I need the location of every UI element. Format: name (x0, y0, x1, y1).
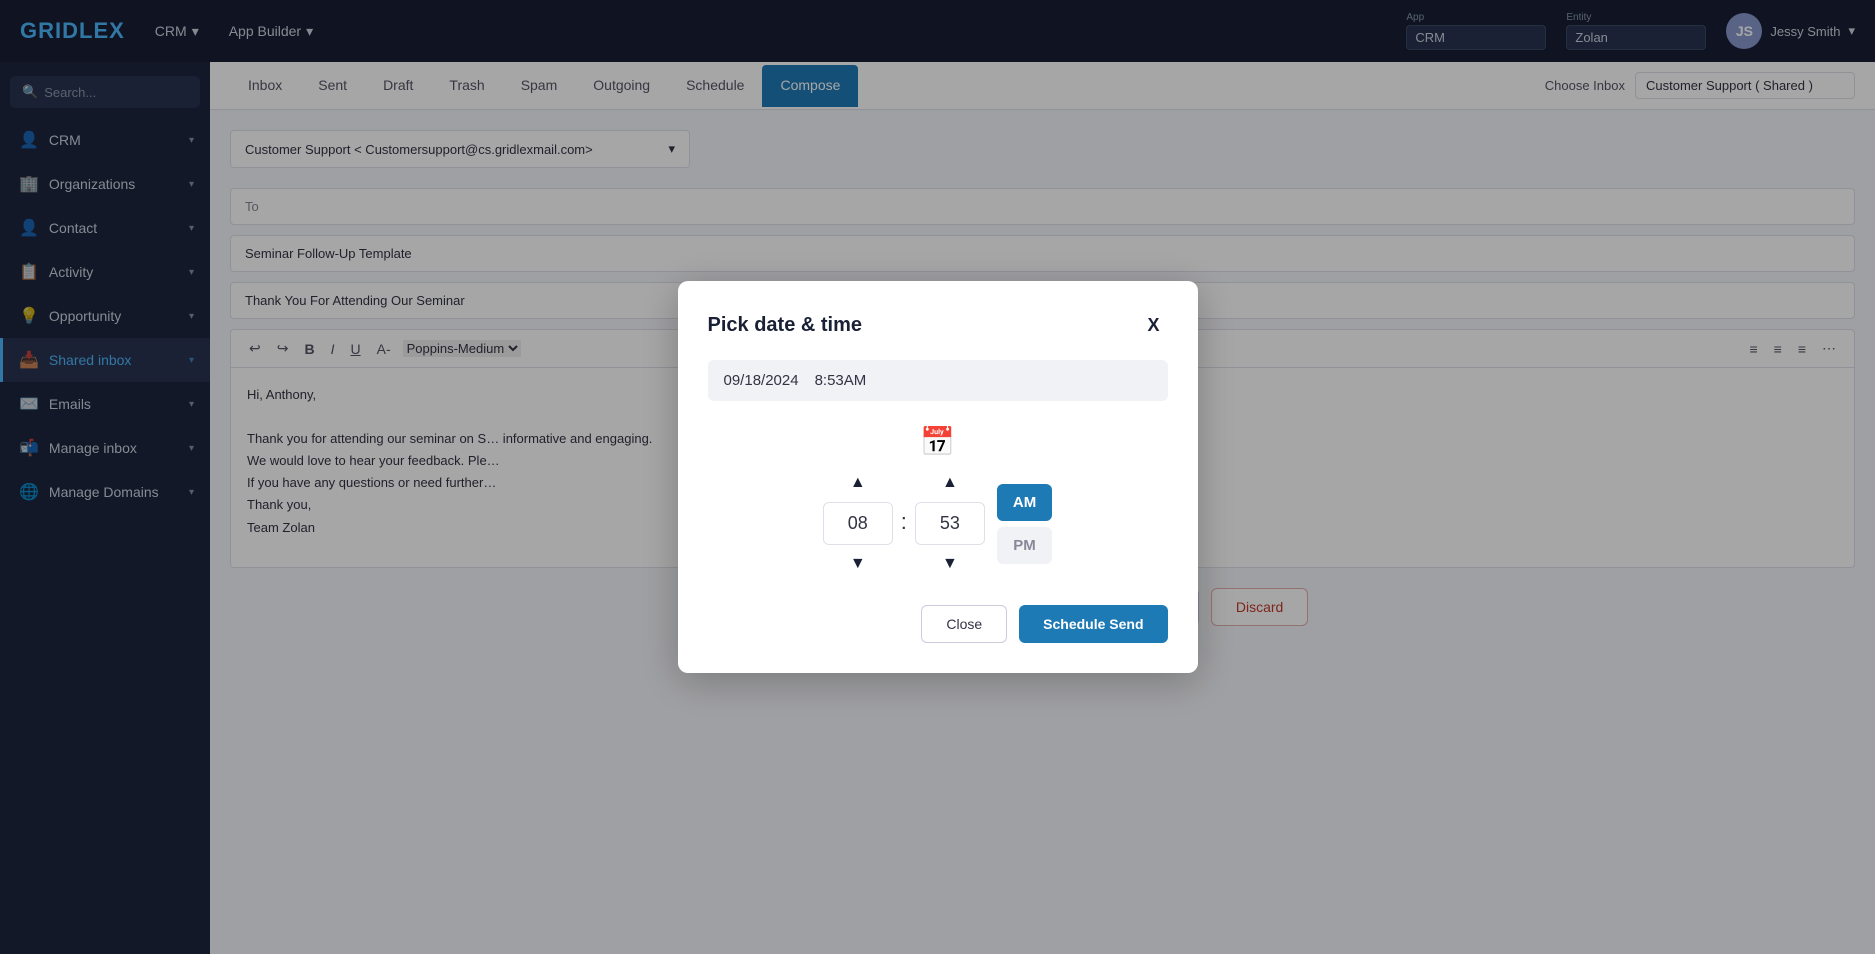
modal-close-btn[interactable]: Close (921, 605, 1007, 643)
time-picker: ▲ 08 ▼ : ▲ 53 ▼ AM PM (768, 470, 1108, 577)
hours-input[interactable]: 08 (823, 502, 893, 545)
pm-button[interactable]: PM (997, 527, 1052, 564)
date-value: 09/18/2024 (724, 372, 799, 389)
time-colon: : (893, 509, 915, 539)
modal-close-button[interactable]: X (1139, 311, 1167, 340)
minutes-down-button[interactable]: ▼ (932, 551, 968, 577)
hours-up-button[interactable]: ▲ (840, 470, 876, 496)
modal-footer: Close Schedule Send (708, 605, 1168, 643)
modal-title: Pick date & time (708, 314, 863, 337)
modal-overlay: Pick date & time X 09/18/2024 8:53AM 📅 ▲… (0, 0, 1875, 954)
hours-column: ▲ 08 ▼ (823, 470, 893, 577)
minutes-column: ▲ 53 ▼ (915, 470, 985, 577)
calendar-icon: 📅 (920, 425, 955, 458)
modal-schedule-send-button[interactable]: Schedule Send (1019, 605, 1167, 643)
datetime-display: 09/18/2024 8:53AM (708, 360, 1168, 401)
modal-header: Pick date & time X (708, 311, 1168, 340)
ampm-area: AM PM (997, 484, 1052, 564)
time-value: 8:53AM (815, 372, 867, 389)
minutes-input[interactable]: 53 (915, 502, 985, 545)
pick-date-time-modal: Pick date & time X 09/18/2024 8:53AM 📅 ▲… (678, 281, 1198, 673)
hours-down-button[interactable]: ▼ (840, 551, 876, 577)
calendar-icon-area: 📅 (708, 425, 1168, 458)
minutes-up-button[interactable]: ▲ (932, 470, 968, 496)
am-button[interactable]: AM (997, 484, 1052, 521)
